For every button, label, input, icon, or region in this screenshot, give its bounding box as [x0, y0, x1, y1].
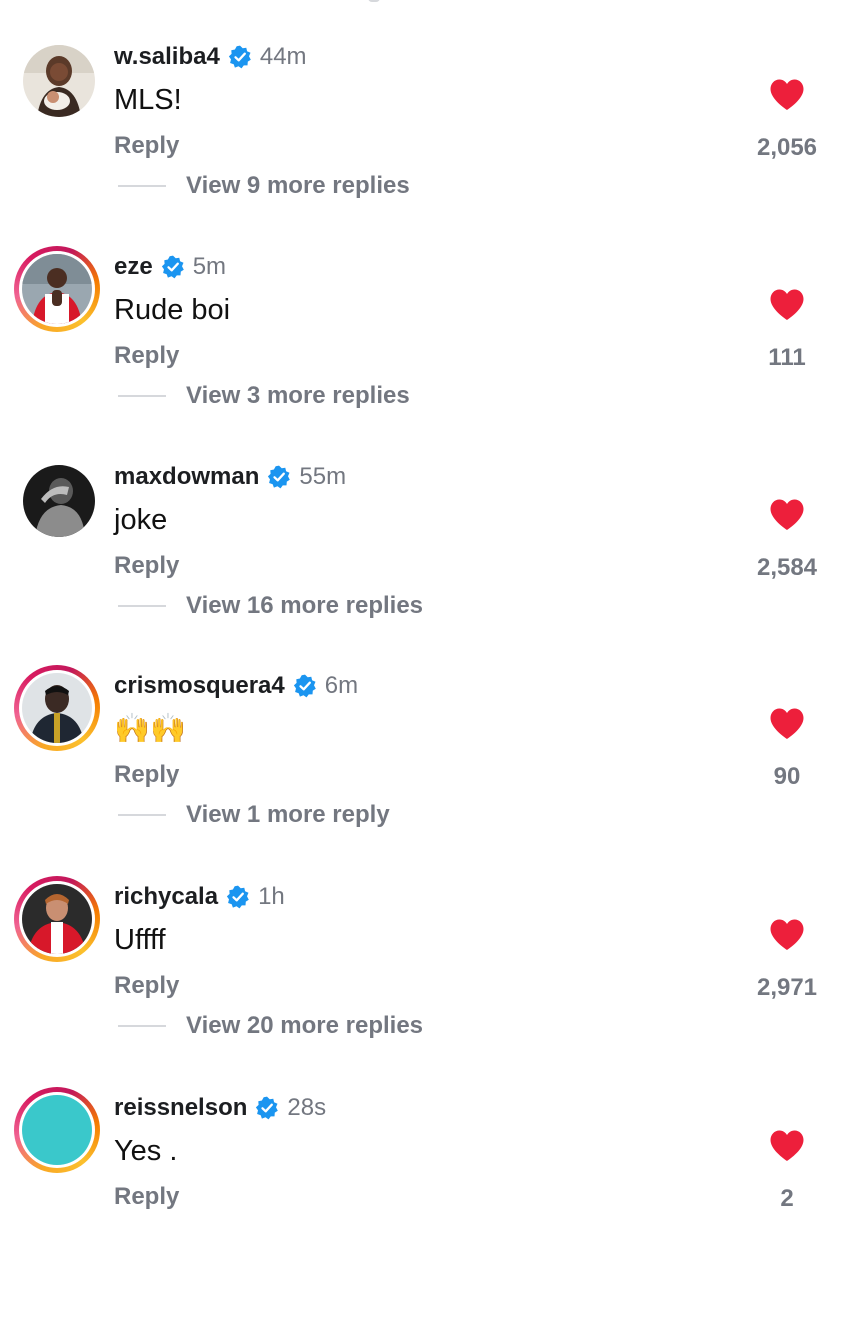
reply-button[interactable]: Reply	[114, 132, 179, 160]
view-more-label: View 9 more replies	[186, 172, 410, 199]
thread-line	[118, 185, 166, 187]
heart-icon[interactable]	[769, 1129, 805, 1162]
comment-text: Uffff	[114, 924, 166, 956]
like-count: 2	[780, 1185, 794, 1212]
comment-time: 5m	[192, 253, 227, 280]
thread-line	[118, 814, 166, 816]
avatar-woman-holding-baby	[23, 45, 95, 117]
like-count: 2,584	[756, 554, 818, 581]
view-more-replies[interactable]: View 20 more replies	[118, 1010, 423, 1042]
comment-item: crismosquera4 6m 🙌🙌 Reply 90 View 1 more…	[0, 665, 842, 895]
reply-button[interactable]: Reply	[114, 342, 179, 370]
like-count: 2,056	[756, 134, 818, 161]
reply-button[interactable]: Reply	[114, 972, 179, 1000]
avatar-story-ring[interactable]	[14, 1087, 100, 1173]
avatar-story-ring[interactable]	[14, 665, 100, 751]
avatar-story-ring[interactable]	[14, 246, 100, 332]
heart-icon[interactable]	[769, 707, 805, 740]
avatar-player-red-kit-clapping	[22, 254, 92, 324]
username[interactable]: eze	[114, 253, 153, 281]
reply-button[interactable]: Reply	[114, 552, 179, 580]
view-more-label: View 20 more replies	[186, 1012, 424, 1039]
comment-text: Rude boi	[114, 294, 231, 326]
comment-text: MLS!	[114, 84, 182, 116]
like-count: 111	[768, 344, 806, 371]
view-more-replies[interactable]: View 1 more reply	[118, 799, 390, 831]
thread-line	[118, 605, 166, 607]
view-more-label: View 1 more reply	[186, 801, 390, 828]
avatar-player-dark-jacket	[22, 673, 92, 743]
like-count: 2,971	[756, 974, 818, 1001]
comment-item: w.saliba4 44m MLS! Reply 2,056 View 9 mo…	[0, 43, 842, 266]
avatar-turquoise-circle	[22, 1095, 92, 1165]
comment-time: 6m	[324, 672, 359, 699]
comment-item: richycala 1h Uffff Reply 2,971 View 20 m…	[0, 876, 842, 1106]
comment-time: 28s	[287, 1094, 327, 1121]
avatar-story-ring[interactable]	[14, 876, 100, 962]
comment-text: Yes .	[114, 1135, 178, 1167]
avatar-black-and-white-portrait	[23, 465, 95, 537]
previous-item-edge	[368, 0, 380, 2]
verified-badge-icon	[228, 45, 251, 69]
comment-text: 🙌🙌	[114, 713, 187, 745]
view-more-label: View 3 more replies	[186, 382, 410, 409]
heart-icon[interactable]	[769, 498, 805, 531]
username[interactable]: reissnelson	[114, 1094, 247, 1122]
heart-icon[interactable]	[769, 78, 805, 111]
comment-item: maxdowman 55m joke Reply 2,584 View 16 m…	[0, 463, 842, 686]
avatar[interactable]	[14, 456, 100, 542]
like-count: 90	[773, 763, 801, 790]
username[interactable]: crismosquera4	[114, 672, 285, 700]
view-more-replies[interactable]: View 3 more replies	[118, 380, 410, 412]
verified-badge-icon	[268, 465, 291, 489]
reply-button[interactable]: Reply	[114, 1183, 179, 1211]
view-more-replies[interactable]: View 16 more replies	[118, 590, 423, 622]
comment-item: reissnelson 28s Yes . Reply 2	[0, 1087, 842, 1317]
heart-icon[interactable]	[769, 288, 805, 321]
username[interactable]: richycala	[114, 883, 218, 911]
thread-line	[118, 395, 166, 397]
thread-line	[118, 1025, 166, 1027]
reply-button[interactable]: Reply	[114, 761, 179, 789]
comment-text: joke	[114, 504, 168, 536]
verified-badge-icon	[256, 1096, 279, 1120]
avatar[interactable]	[14, 36, 100, 122]
username[interactable]: maxdowman	[114, 463, 259, 491]
comment-time: 1h	[258, 883, 285, 910]
username[interactable]: w.saliba4	[114, 43, 220, 71]
verified-badge-icon	[161, 255, 184, 279]
comment-time: 55m	[299, 463, 347, 490]
view-more-label: View 16 more replies	[186, 592, 424, 619]
heart-icon[interactable]	[769, 918, 805, 951]
avatar-player-red-kit-hands-on-hips	[22, 884, 92, 954]
verified-badge-icon	[293, 674, 316, 698]
verified-badge-icon	[226, 885, 249, 909]
comment-time: 44m	[259, 43, 307, 70]
view-more-replies[interactable]: View 9 more replies	[118, 170, 410, 202]
comment-item: eze 5m Rude boi Reply 111 View 3 more re…	[0, 246, 842, 476]
